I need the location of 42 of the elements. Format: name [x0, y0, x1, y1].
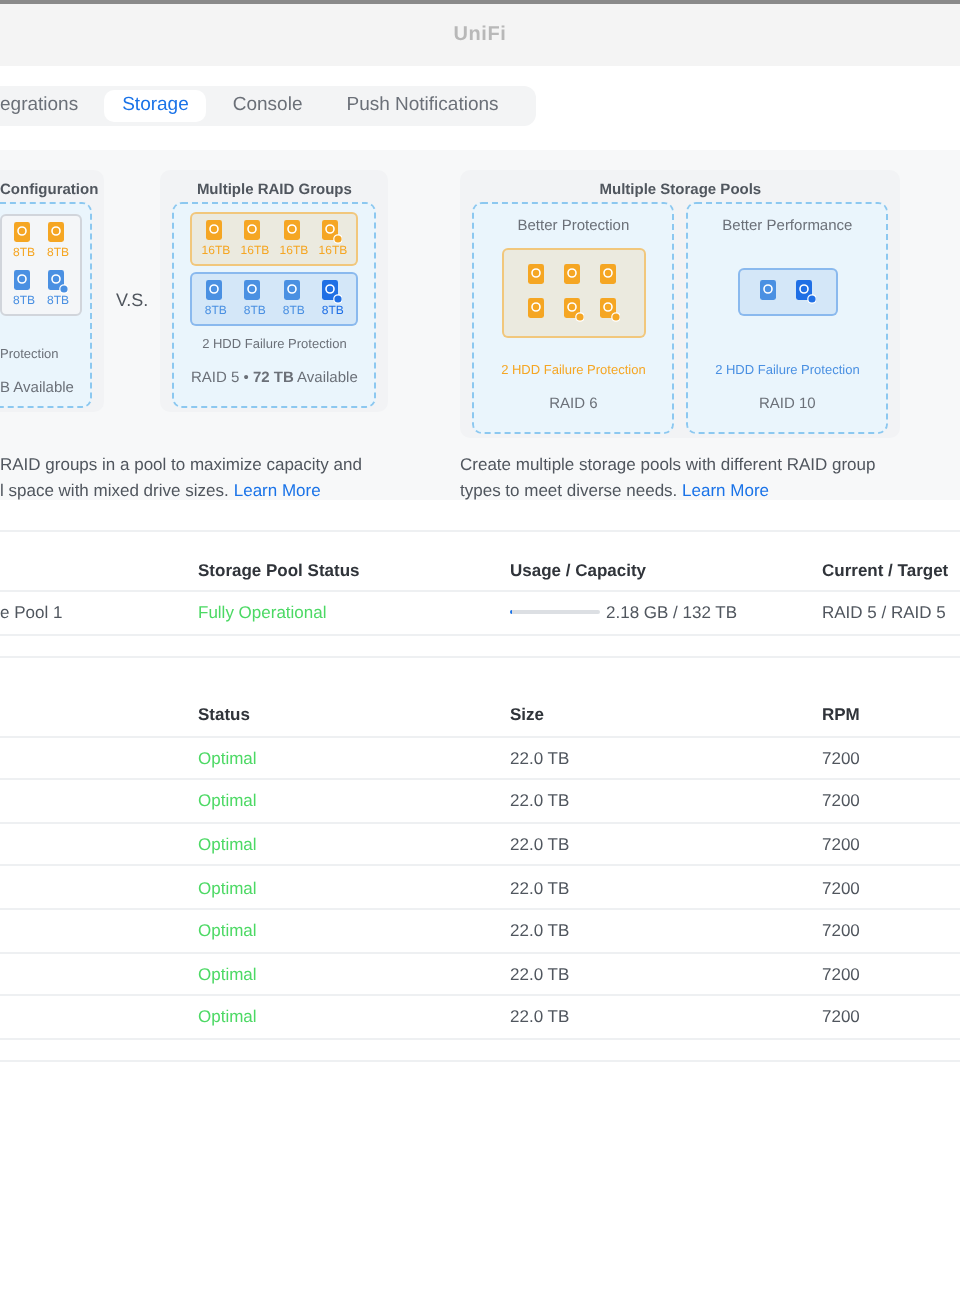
table-cell-text: Optimal — [198, 963, 259, 984]
table-cell-text: 7200 — [822, 877, 862, 898]
description-text: RAID groups in a pool to maximize capacity and — [0, 452, 364, 478]
column-header: Status — [198, 704, 252, 725]
tab[interactable]: egrations — [0, 90, 97, 122]
table-cell-text: 7200 — [822, 920, 862, 941]
table-cell-text: Optimal — [198, 1006, 259, 1027]
table-cell-text: 22.0 TB — [510, 1006, 572, 1027]
table-cell-text: 7200 — [822, 790, 862, 811]
table-cell-text: 7200 — [822, 747, 862, 768]
table-cell-text: Optimal — [198, 747, 259, 768]
table-cell-text: 22.0 TB — [510, 790, 572, 811]
learn-more-link[interactable]: Learn More — [682, 480, 769, 500]
learn-more-link[interactable]: Learn More — [233, 480, 321, 500]
column-header: Storage Pool Status — [198, 559, 362, 579]
tab[interactable]: Console — [214, 90, 321, 122]
column-header: Usage / Capacity — [510, 559, 649, 579]
window-title: UniFi — [453, 24, 507, 46]
column-header: Size — [510, 704, 547, 725]
table-cell-text: 7200 — [822, 1006, 862, 1027]
description-text: Create multiple storage pools with different RAID group types to meet diverse needs. Learn More — [460, 452, 878, 504]
table-cell-text: 22.0 TB — [510, 963, 572, 984]
table-cell-text: Optimal — [198, 920, 259, 941]
table-cell-text: e Pool 1 — [0, 602, 65, 623]
versus-label: V.S. — [116, 290, 149, 310]
table-cell-text: 22.0 TB — [510, 877, 572, 898]
table-cell-text: Optimal — [198, 790, 259, 811]
description-text: l space with mixed drive sizes. Learn More — [0, 478, 323, 504]
table-cell-text: RAID 5 / RAID 5 — [822, 602, 948, 623]
table-cell-text: Optimal — [198, 834, 259, 855]
table-cell: 2.18 GB / 132 TB — [606, 602, 738, 623]
table-cell-text: 22.0 TB — [510, 920, 572, 941]
table-cell-text: 22.0 TB — [510, 834, 572, 855]
column-header: Current / Target — [822, 559, 951, 579]
tab[interactable]: Push Notifications — [328, 90, 517, 122]
table-cell-text: Fully Operational — [198, 602, 329, 623]
column-header: RPM — [822, 704, 862, 725]
table-cell-text: Optimal — [198, 877, 259, 898]
table-cell-text: 7200 — [822, 963, 862, 984]
table-cell-text: 22.0 TB — [510, 747, 572, 768]
table-cell-text: 7200 — [822, 834, 862, 855]
tab[interactable]: Storage — [104, 90, 207, 122]
